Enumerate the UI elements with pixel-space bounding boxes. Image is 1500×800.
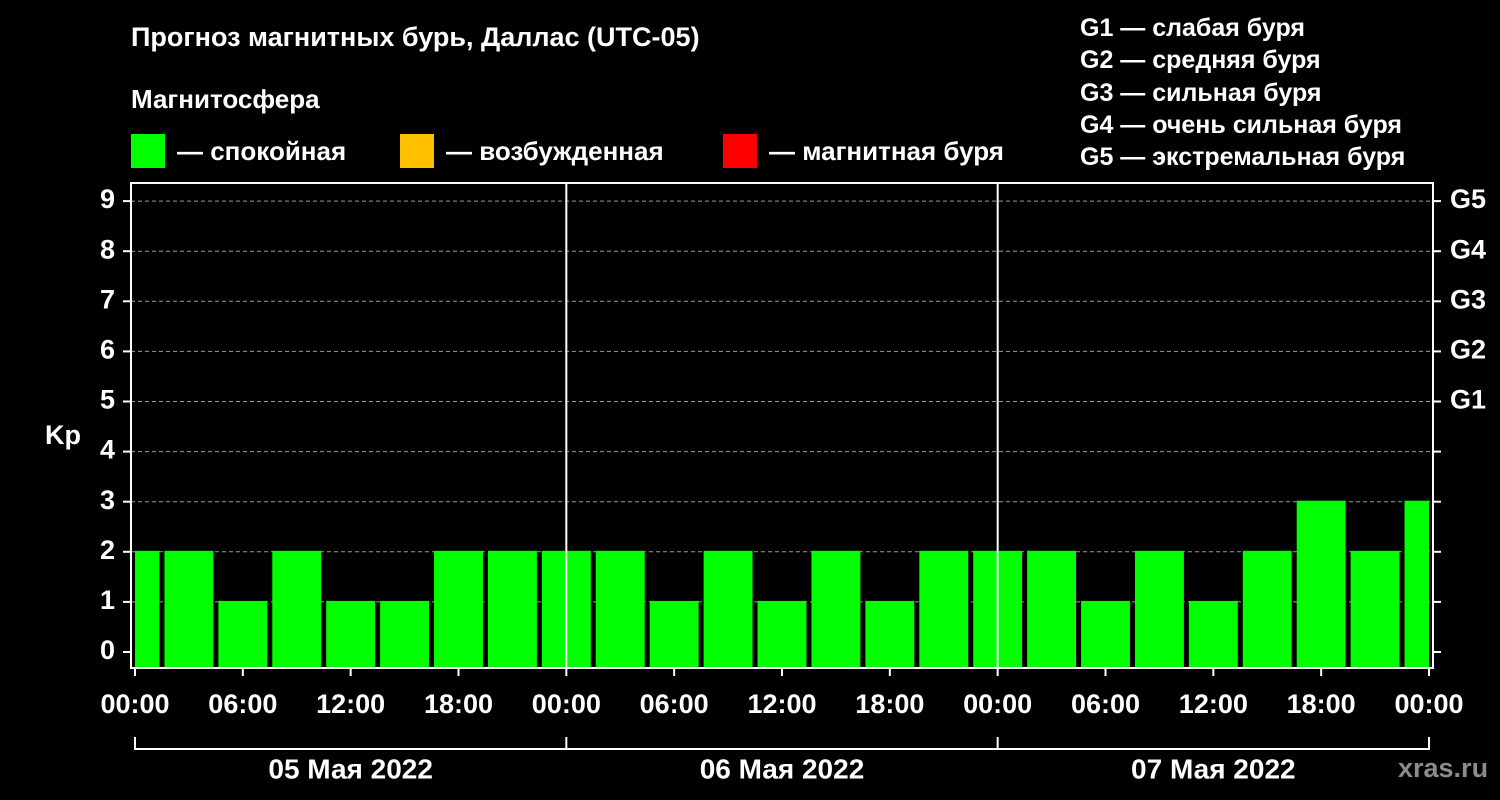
kp-bar-6 (434, 550, 483, 668)
kp-bar-5 (380, 600, 430, 668)
y-tick-label-0: 0 (100, 635, 115, 665)
y-tick-label-6: 6 (100, 335, 115, 365)
kp-bar-14 (865, 600, 915, 668)
kp-bar-13 (811, 550, 861, 668)
y-tick-label-7: 7 (100, 284, 115, 314)
x-tick-label-12: 00:00 (1394, 689, 1463, 719)
kp-bar-24 (1404, 500, 1429, 668)
y-axis-label: Kp (45, 420, 81, 450)
kp-bar-11 (703, 550, 753, 668)
kp-bar-15 (919, 550, 969, 668)
x-tick-label-5: 06:00 (640, 689, 709, 719)
x-tick-label-1: 06:00 (208, 689, 277, 719)
x-tick-label-3: 18:00 (424, 689, 493, 719)
x-tick-label-6: 12:00 (747, 689, 816, 719)
kp-bar-9 (595, 550, 645, 668)
kp-bar-18 (1081, 600, 1130, 668)
right-tick-label-g5: G5 (1450, 184, 1486, 214)
x-tick-label-9: 06:00 (1071, 689, 1140, 719)
kp-bar-10 (649, 600, 699, 668)
kp-bar-19 (1134, 550, 1184, 668)
y-tick-label-3: 3 (100, 485, 115, 515)
x-tick-label-7: 18:00 (855, 689, 924, 719)
kp-bar-23 (1350, 550, 1400, 668)
day-label-2: 07 Мая 2022 (1131, 753, 1296, 784)
kp-bar-2 (218, 600, 268, 668)
right-tick-label-g2: G2 (1450, 335, 1486, 365)
kp-bar-22 (1296, 500, 1346, 668)
x-tick-label-4: 00:00 (532, 689, 601, 719)
kp-bar-20 (1188, 600, 1238, 668)
x-tick-label-11: 18:00 (1287, 689, 1356, 719)
kp-bar-12 (757, 600, 807, 668)
kp-bar-chart: Kp 0 1 2 3 4 5 6 7 8 9 G1 G2 G3 G4 G5 00:00 06:00 12:00 18… (45, 182, 1486, 784)
plot-frame (130, 182, 1434, 669)
y-tick-label-1: 1 (100, 585, 115, 615)
x-tick-label-2: 12:00 (316, 689, 385, 719)
kp-bar-17 (1027, 550, 1077, 668)
site-watermark: xras.ru (1398, 753, 1489, 783)
kp-bar-21 (1242, 550, 1292, 668)
right-tick-label-g4: G4 (1450, 234, 1486, 264)
y-tick-label-8: 8 (100, 234, 115, 264)
day-label-1: 06 Мая 2022 (700, 753, 865, 784)
kp-bar-1 (164, 550, 214, 668)
kp-bar-4 (326, 600, 376, 668)
x-tick-label-8: 00:00 (963, 689, 1032, 719)
x-tick-label-0: 00:00 (100, 689, 169, 719)
x-tick-label-10: 12:00 (1179, 689, 1248, 719)
y-tick-label-2: 2 (100, 535, 115, 565)
kp-bar-3 (272, 550, 322, 668)
y-tick-label-5: 5 (100, 385, 115, 415)
y-tick-label-4: 4 (100, 435, 115, 465)
y-tick-label-9: 9 (100, 184, 115, 214)
kp-bar-0 (135, 550, 160, 668)
right-tick-label-g1: G1 (1450, 385, 1486, 415)
kp-bar-7 (487, 550, 537, 668)
right-tick-label-g3: G3 (1450, 284, 1486, 314)
day-label-0: 05 Мая 2022 (268, 753, 433, 784)
